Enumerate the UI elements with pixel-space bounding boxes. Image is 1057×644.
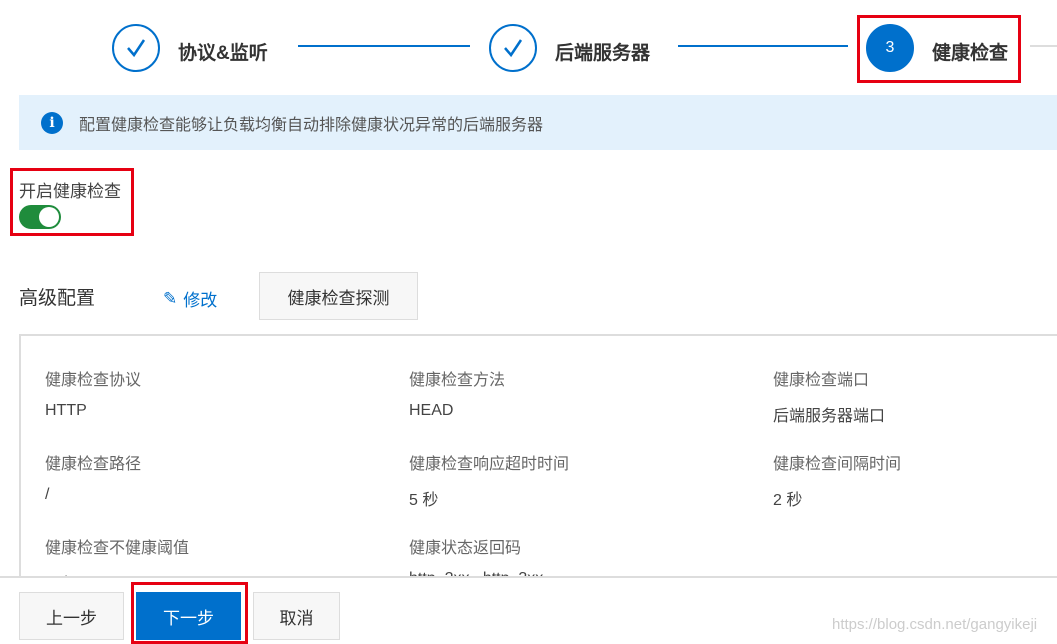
health-probe-button[interactable]: 健康检查探测 (259, 272, 418, 320)
step-label: 后端服务器 (555, 43, 651, 64)
advanced-title: 高级配置 (19, 288, 96, 309)
edit-icon: ✎ (163, 288, 178, 308)
highlight-box (857, 15, 1021, 83)
check-icon (112, 24, 160, 72)
info-icon: i (41, 111, 63, 134)
step-label: 协议&监听 (178, 43, 268, 64)
field: 健康检查间隔时间 2 秒 (773, 456, 902, 509)
field: 健康检查响应超时时间 5 秒 (409, 456, 570, 509)
edit-link[interactable]: ✎ 修改 (163, 286, 217, 311)
config-panel: 健康检查协议 HTTP 健康检查方法 HEAD 健康检查端口 后端服务器端口 健康检查… (19, 334, 1057, 584)
highlight-box (131, 582, 248, 644)
footer-bar: 上一步 下一步 取消 https://blog.csdn.net/gangyik… (0, 576, 1057, 644)
info-banner: i 配置健康检查能够让负载均衡自动排除健康状况异常的后端服务器 (19, 95, 1057, 150)
field: 健康检查端口 后端服务器端口 (773, 372, 886, 425)
step-connector (678, 45, 848, 47)
cancel-button[interactable]: 取消 (253, 592, 340, 640)
field: 健康检查路径 / (45, 456, 142, 503)
field: 健康检查协议 HTTP (45, 372, 142, 419)
check-icon (489, 24, 537, 72)
info-text: 配置健康检查能够让负载均衡自动排除健康状况异常的后端服务器 (79, 116, 544, 134)
prev-button[interactable]: 上一步 (19, 592, 124, 640)
watermark: https://blog.csdn.net/gangyikeji (832, 616, 1038, 633)
step-connector (298, 45, 470, 47)
highlight-box (10, 168, 134, 236)
edit-label: 修改 (183, 291, 218, 310)
step-connector (1030, 45, 1057, 47)
field: 健康检查方法 HEAD (409, 372, 506, 419)
